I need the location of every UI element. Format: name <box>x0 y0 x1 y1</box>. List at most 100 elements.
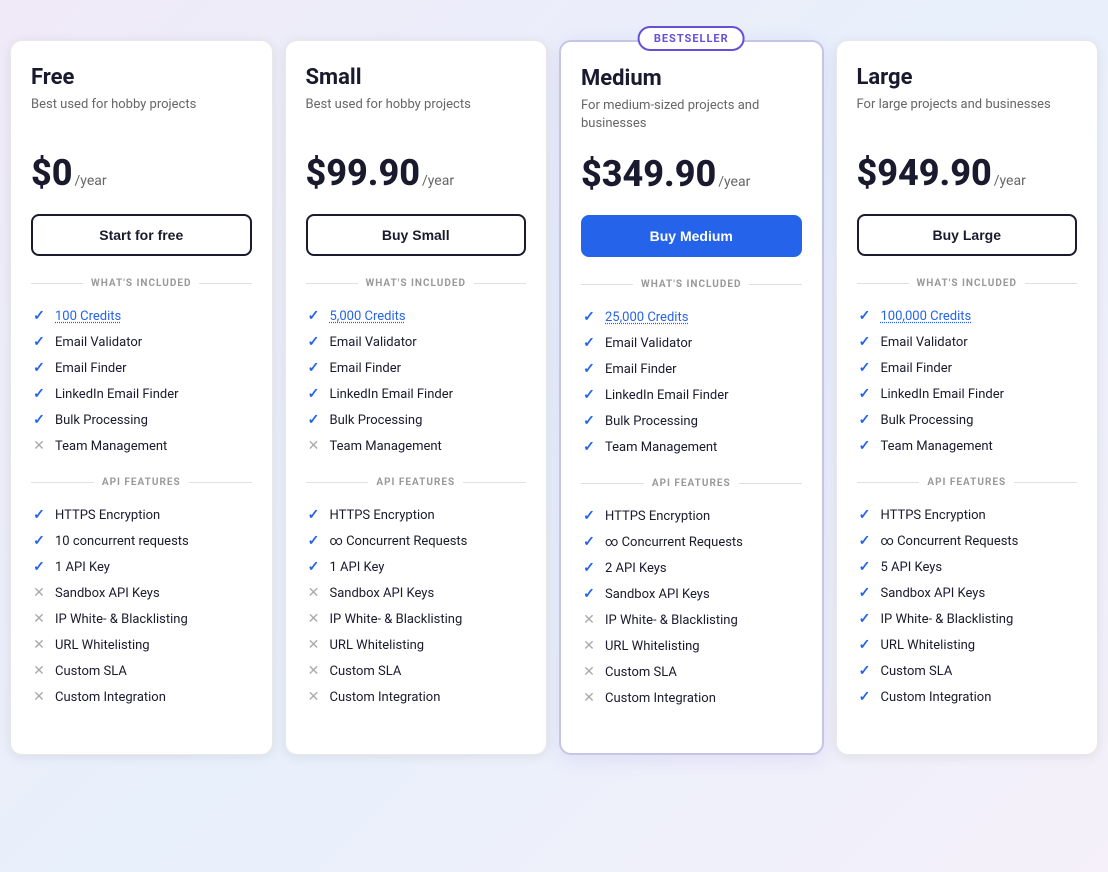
check-icon: ✓ <box>857 559 873 575</box>
feature-item: ✓LinkedIn Email Finder <box>581 382 802 408</box>
plan-desc-large: For large projects and businesses <box>857 96 1078 132</box>
api-feature-item: ✓IP White- & Blacklisting <box>857 606 1078 632</box>
feature-text: Email Finder <box>330 361 402 376</box>
check-icon: ✓ <box>581 439 597 455</box>
api-feature-text: IP White- & Blacklisting <box>605 613 738 628</box>
check-icon: ✓ <box>31 412 47 428</box>
buy-button-medium[interactable]: Buy Medium <box>581 215 802 257</box>
check-icon: ✓ <box>31 559 47 575</box>
buy-button-large[interactable]: Buy Large <box>857 214 1078 256</box>
api-feature-item: ✕ Custom Integration <box>581 685 802 711</box>
cross-icon: ✕ <box>581 690 597 706</box>
api-feature-item: ✓ Sandbox API Keys <box>581 581 802 607</box>
plan-desc-free: Best used for hobby projects <box>31 96 252 132</box>
check-icon: ✓ <box>857 585 873 601</box>
cross-icon: ✕ <box>31 689 47 705</box>
cross-icon: ✕ <box>306 637 322 653</box>
api-feature-item: ✓ Sandbox API Keys <box>857 580 1078 606</box>
api-feature-text: Sandbox API Keys <box>881 586 986 601</box>
feature-item: ✓Bulk Processing <box>306 407 527 433</box>
plan-card-medium: BESTSELLERMediumFor medium-sized project… <box>559 40 824 755</box>
section-label-included-free: WHAT'S INCLUDED <box>91 278 191 289</box>
check-icon: ✓ <box>857 308 873 324</box>
api-feature-text: IP White- & Blacklisting <box>55 612 188 627</box>
section-label-included-medium: WHAT'S INCLUDED <box>641 279 741 290</box>
api-feature-item: ✕ URL Whitelisting <box>31 632 252 658</box>
feature-text: Team Management <box>55 439 167 454</box>
feature-text: Bulk Processing <box>881 413 974 428</box>
check-icon: ✓ <box>306 334 322 350</box>
api-feature-text: Custom Integration <box>55 690 166 705</box>
plan-desc-medium: For medium-sized projects and businesses <box>581 97 802 133</box>
feature-text: 100,000 Credits <box>881 309 972 324</box>
section-divider-included-small: WHAT'S INCLUDED <box>306 278 527 289</box>
check-icon: ✓ <box>857 611 873 627</box>
cross-icon: ✕ <box>581 638 597 654</box>
price-amount-medium: $349.90 <box>581 153 716 195</box>
api-feature-text: Custom Integration <box>881 690 992 705</box>
cross-icon: ✕ <box>31 637 47 653</box>
api-feature-text: Custom Integration <box>605 691 716 706</box>
plan-desc-small: Best used for hobby projects <box>306 96 527 132</box>
api-feature-item: ✕IP White- & Blacklisting <box>581 607 802 633</box>
feature-item: ✓LinkedIn Email Finder <box>31 381 252 407</box>
check-icon: ✓ <box>857 412 873 428</box>
cross-icon: ✕ <box>306 438 322 454</box>
bestseller-badge: BESTSELLER <box>638 26 745 51</box>
plan-card-large: Large For large projects and businesses $… <box>836 40 1099 755</box>
price-amount-small: $99.90 <box>306 152 420 194</box>
feature-text: LinkedIn Email Finder <box>605 388 729 403</box>
feature-text: Email Finder <box>605 362 677 377</box>
check-icon: ✓ <box>306 386 322 402</box>
api-feature-item: ✓HTTPS Encryption <box>857 502 1078 528</box>
plan-price-large: $949.90 /year <box>857 152 1078 194</box>
plan-card-small: SmallBest used for hobby projects $99.90… <box>285 40 548 755</box>
feature-text: Email Validator <box>330 335 417 350</box>
check-icon: ✓ <box>581 361 597 377</box>
api-feature-text: 5 API Keys <box>881 560 943 575</box>
check-icon: ✓ <box>306 507 322 523</box>
api-list-small: ✓HTTPS Encryption✓∞ Concurrent Requests✓… <box>306 502 527 710</box>
api-feature-text: 1 API Key <box>330 560 385 575</box>
included-list-large: ✓100,000 Credits✓Email Validator✓Email F… <box>857 303 1078 459</box>
section-divider-included-free: WHAT'S INCLUDED <box>31 278 252 289</box>
feature-text: Email Validator <box>55 335 142 350</box>
check-icon: ✓ <box>857 334 873 350</box>
api-feature-item: ✓1 API Key <box>31 554 252 580</box>
included-list-medium: ✓25,000 Credits✓Email Validator✓Email Fi… <box>581 304 802 460</box>
check-icon: ✓ <box>581 508 597 524</box>
section-label-api-small: API FEATURES <box>376 477 455 488</box>
section-divider-included-large: WHAT'S INCLUDED <box>857 278 1078 289</box>
api-feature-item: ✕Custom SLA <box>306 658 527 684</box>
feature-text: 100 Credits <box>55 309 121 324</box>
feature-text: 25,000 Credits <box>605 310 688 325</box>
api-feature-text: URL Whitelisting <box>881 638 976 653</box>
api-feature-item: ✓∞ Concurrent Requests <box>306 528 527 554</box>
check-icon: ✓ <box>581 560 597 576</box>
feature-text: LinkedIn Email Finder <box>881 387 1005 402</box>
api-feature-text: 10 concurrent requests <box>55 534 189 549</box>
check-icon: ✓ <box>581 586 597 602</box>
api-feature-item: ✓HTTPS Encryption <box>31 502 252 528</box>
api-feature-text: URL Whitelisting <box>55 638 150 653</box>
section-divider-api-medium: API FEATURES <box>581 478 802 489</box>
feature-item: ✓Email Validator <box>31 329 252 355</box>
api-feature-text: Sandbox API Keys <box>605 587 710 602</box>
check-icon: ✓ <box>857 663 873 679</box>
api-feature-item: ✓Custom Integration <box>857 684 1078 710</box>
buy-button-small[interactable]: Buy Small <box>306 214 527 256</box>
check-icon: ✓ <box>31 386 47 402</box>
api-feature-text: URL Whitelisting <box>330 638 425 653</box>
feature-text: Email Finder <box>881 361 953 376</box>
section-label-included-large: WHAT'S INCLUDED <box>917 278 1017 289</box>
price-amount-free: $0 <box>31 152 73 194</box>
check-icon: ✓ <box>857 386 873 402</box>
feature-item: ✓Email Finder <box>31 355 252 381</box>
plan-name-large: Large <box>857 65 1078 90</box>
feature-text: Team Management <box>330 439 442 454</box>
api-feature-text: Custom SLA <box>605 665 677 680</box>
check-icon: ✓ <box>857 360 873 376</box>
buy-button-free[interactable]: Start for free <box>31 214 252 256</box>
api-feature-item: ✓Custom SLA <box>857 658 1078 684</box>
api-feature-item: ✕Sandbox API Keys <box>306 580 527 606</box>
